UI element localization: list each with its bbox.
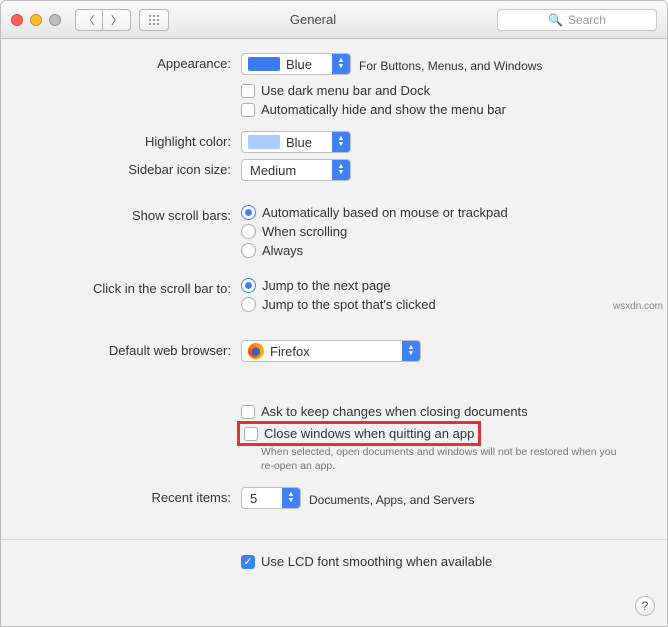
highlight-select[interactable]: Blue ▲▼ (241, 131, 351, 153)
chevron-updown-icon: ▲▼ (282, 488, 300, 508)
highlight-value: Blue (280, 135, 332, 150)
scrollbars-always-radio[interactable] (241, 243, 256, 258)
content: Appearance: Blue ▲▼ For Buttons, Menus, … (1, 39, 667, 589)
dark-menu-label: Use dark menu bar and Dock (261, 83, 430, 98)
appearance-hint: For Buttons, Menus, and Windows (359, 55, 542, 73)
close-windows-checkbox[interactable] (244, 427, 258, 441)
clickscroll-label: Click in the scroll bar to: (31, 278, 241, 296)
forward-button[interactable]: 〉 (103, 9, 131, 31)
lcd-smoothing-checkbox[interactable]: ✓ (241, 555, 255, 569)
search-icon: 🔍 (548, 13, 563, 27)
scrollbars-auto-radio[interactable] (241, 205, 256, 220)
search-placeholder: Search (568, 13, 606, 27)
back-button[interactable]: 〈 (75, 9, 103, 31)
dark-menu-checkbox[interactable] (241, 84, 255, 98)
zoom-icon (49, 14, 61, 26)
close-windows-label: Close windows when quitting an app (264, 426, 474, 441)
appearance-value: Blue (280, 57, 332, 72)
titlebar: 〈 〉 General 🔍 Search (1, 1, 667, 39)
clickscroll-spot-radio[interactable] (241, 297, 256, 312)
close-icon[interactable] (11, 14, 23, 26)
sidebar-size-select[interactable]: Medium ▲▼ (241, 159, 351, 181)
search-input[interactable]: 🔍 Search (497, 9, 657, 31)
browser-label: Default web browser: (31, 340, 241, 358)
minimize-icon[interactable] (30, 14, 42, 26)
recent-label: Recent items: (31, 487, 241, 505)
chevron-updown-icon: ▲▼ (332, 132, 350, 152)
chevron-updown-icon: ▲▼ (402, 341, 420, 361)
chevron-updown-icon: ▲▼ (332, 160, 350, 180)
lcd-smoothing-label: Use LCD font smoothing when available (261, 554, 492, 569)
watermark: wsxdn.com (613, 301, 663, 312)
chevron-updown-icon: ▲▼ (332, 54, 350, 74)
auto-hide-label: Automatically hide and show the menu bar (261, 102, 506, 117)
sidebar-size-value: Medium (242, 163, 332, 178)
browser-select[interactable]: Firefox ▲▼ (241, 340, 421, 362)
ask-changes-checkbox[interactable] (241, 405, 255, 419)
highlight-label: Highlight color: (31, 131, 241, 149)
clickscroll-spot-label: Jump to the spot that's clicked (262, 297, 436, 312)
scrollbars-label: Show scroll bars: (31, 205, 241, 223)
help-button[interactable]: ? (635, 596, 655, 616)
firefox-icon (248, 343, 264, 359)
separator (1, 539, 667, 540)
appearance-swatch (248, 57, 280, 71)
clickscroll-next-label: Jump to the next page (262, 278, 391, 293)
recent-suffix: Documents, Apps, and Servers (309, 489, 474, 507)
ask-changes-label: Ask to keep changes when closing documen… (261, 404, 528, 419)
highlight-swatch (248, 135, 280, 149)
close-windows-help: When selected, open documents and window… (261, 446, 621, 473)
scrollbars-auto-label: Automatically based on mouse or trackpad (262, 205, 508, 220)
appearance-select[interactable]: Blue ▲▼ (241, 53, 351, 75)
recent-items-select[interactable]: 5 ▲▼ (241, 487, 301, 509)
recent-items-value: 5 (242, 491, 282, 506)
scrollbars-scrolling-radio[interactable] (241, 224, 256, 239)
scrollbars-scrolling-label: When scrolling (262, 224, 347, 239)
appearance-label: Appearance: (31, 53, 241, 71)
window-title: General (137, 12, 489, 27)
sidebar-label: Sidebar icon size: (31, 159, 241, 177)
scrollbars-always-label: Always (262, 243, 303, 258)
clickscroll-next-radio[interactable] (241, 278, 256, 293)
highlighted-option: Close windows when quitting an app (237, 421, 481, 446)
preferences-window: 〈 〉 General 🔍 Search Appearance: Blue ▲▼ (0, 0, 668, 627)
browser-value: Firefox (264, 344, 402, 359)
auto-hide-checkbox[interactable] (241, 103, 255, 117)
window-controls (11, 14, 61, 26)
